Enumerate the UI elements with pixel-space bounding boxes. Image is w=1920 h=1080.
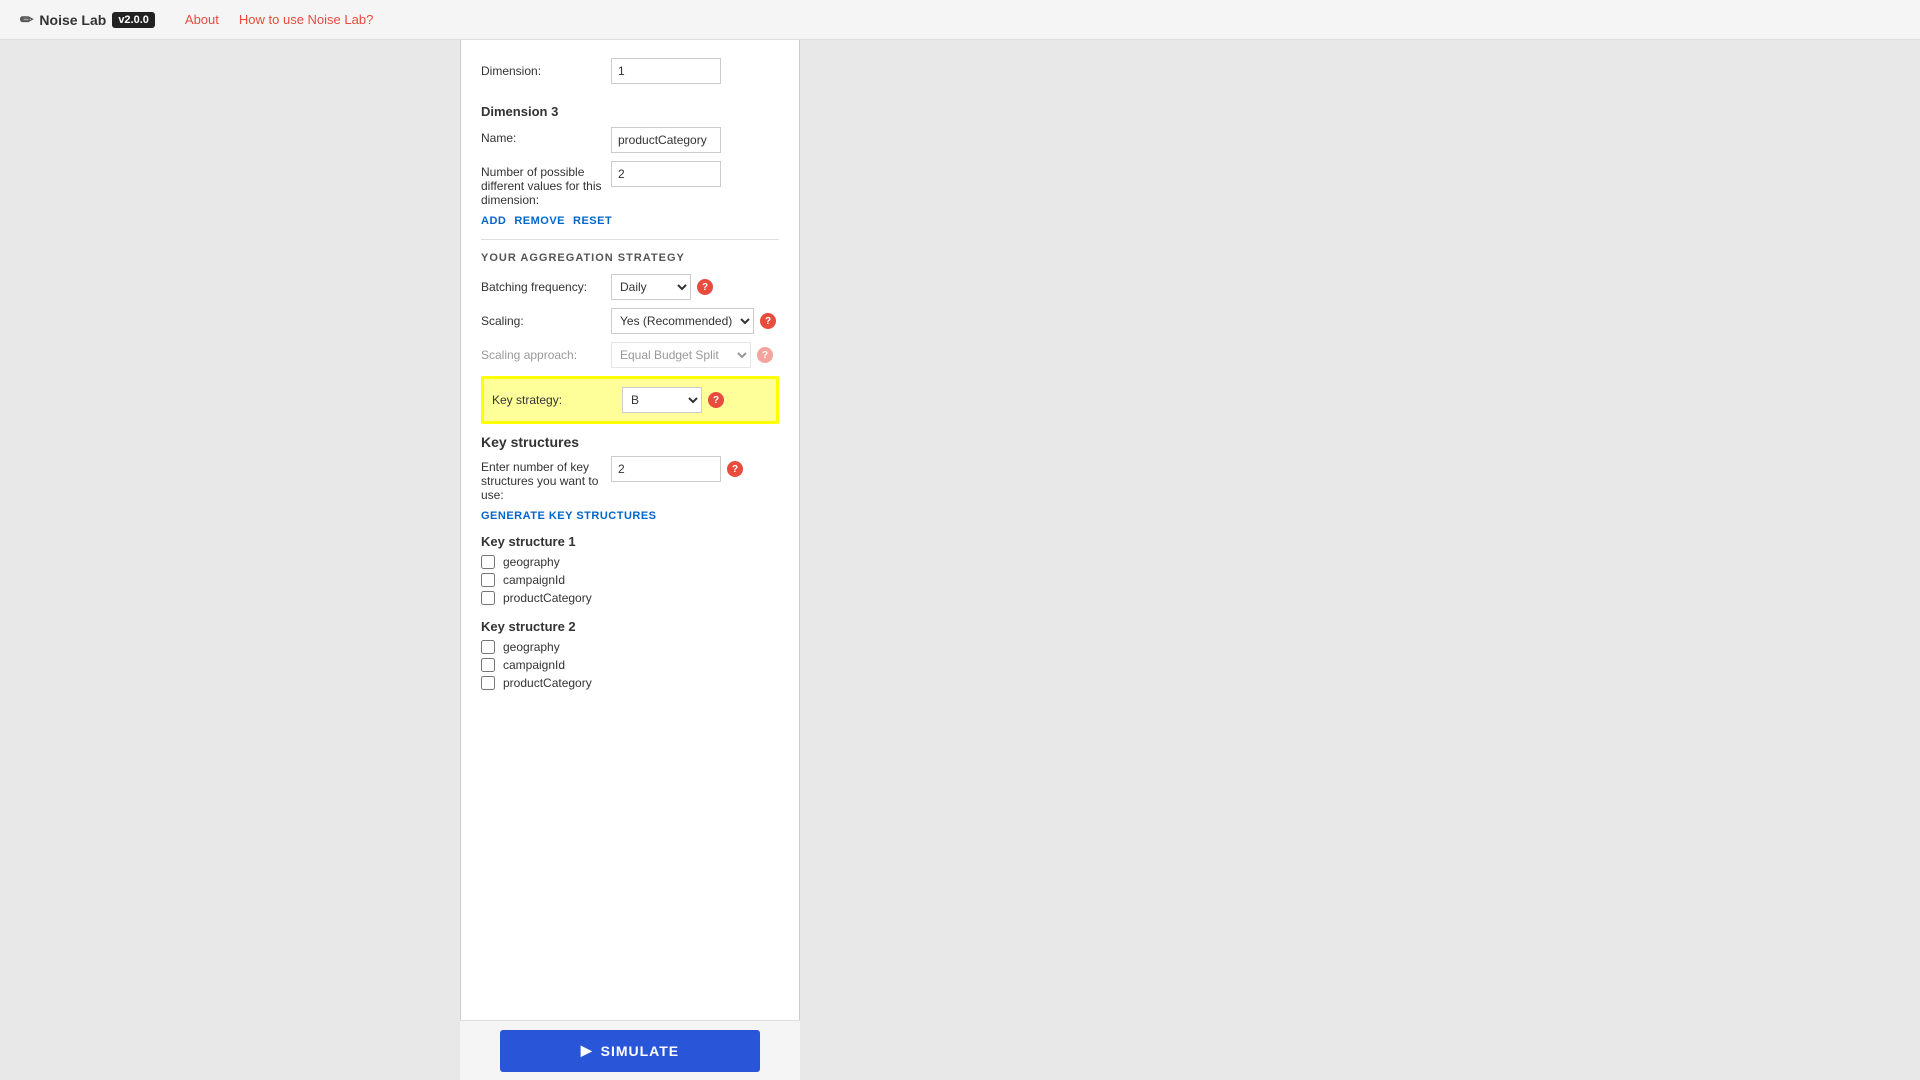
key-strategy-highlight: Key strategy: B A C ? [481, 376, 779, 424]
key-structure-2: Key structure 2 geography campaignId pro… [481, 619, 779, 690]
scaling-label: Scaling: [481, 314, 611, 328]
ks2-checkbox-productcategory[interactable] [481, 676, 495, 690]
ks1-label-campaignid: campaignId [503, 573, 565, 587]
ks2-label-productcategory: productCategory [503, 676, 592, 690]
key-strategy-select[interactable]: B A C [622, 387, 702, 413]
navbar-links: About How to use Noise Lab? [185, 12, 373, 27]
partial-field-row: Dimension: [481, 58, 779, 84]
simulate-bar: ▶ SIMULATE [460, 1020, 800, 1080]
num-structures-input[interactable] [611, 456, 721, 482]
scaling-row: Scaling: Yes (Recommended) ? [481, 308, 779, 334]
how-to-link[interactable]: How to use Noise Lab? [239, 12, 373, 27]
divider-1 [481, 239, 779, 240]
simulate-button[interactable]: ▶ SIMULATE [500, 1030, 760, 1072]
navbar: ✏ Noise Lab v2.0.0 About How to use Nois… [0, 0, 1920, 40]
num-values-field-row: Number of possible different values for … [481, 161, 779, 207]
scaling-approach-field: Equal Budget Split ? [611, 342, 773, 368]
num-structures-input-row: ? [611, 456, 743, 482]
scaling-approach-help-icon[interactable]: ? [757, 347, 773, 363]
about-link[interactable]: About [185, 12, 219, 27]
top-partial: Dimension: [481, 50, 779, 96]
num-values-label: Number of possible different values for … [481, 161, 611, 207]
batching-help-icon[interactable]: ? [697, 279, 713, 295]
key-strategy-container: Key strategy: B A C ? 3. [481, 376, 779, 424]
ks1-item-productcategory: productCategory [481, 591, 779, 605]
play-icon: ▶ [581, 1042, 593, 1059]
dimension-input-partial[interactable] [611, 58, 721, 84]
remove-link[interactable]: REMOVE [514, 215, 565, 227]
scaling-approach-label: Scaling approach: [481, 348, 611, 362]
ks2-label-geography: geography [503, 640, 560, 654]
scaling-approach-select[interactable]: Equal Budget Split [611, 342, 751, 368]
dimension-actions: ADD REMOVE RESET [481, 215, 779, 227]
ks2-checkbox-geography[interactable] [481, 640, 495, 654]
num-values-input-wrapper [611, 161, 779, 187]
num-structures-label: Enter number of key structures you want … [481, 456, 611, 502]
scaling-field: Yes (Recommended) ? [611, 308, 776, 334]
name-input-wrapper [611, 127, 779, 153]
ks1-checkbox-geography[interactable] [481, 555, 495, 569]
aggregation-section: YOUR AGGREGATION STRATEGY Batching frequ… [481, 252, 779, 424]
partial-label: Dimension: [481, 64, 611, 78]
key-structures-section: Key structures Enter number of key struc… [481, 434, 779, 690]
ks2-item-geography: geography [481, 640, 779, 654]
batching-label: Batching frequency: [481, 280, 611, 294]
ks1-item-geography: geography [481, 555, 779, 569]
ks2-item-productcategory: productCategory [481, 676, 779, 690]
key-structure-2-label: Key structure 2 [481, 619, 779, 634]
name-label: Name: [481, 127, 611, 145]
dimension3-section: Dimension 3 Name: Number of possible dif… [481, 104, 779, 227]
dimension3-title: Dimension 3 [481, 104, 779, 119]
version-badge: v2.0.0 [112, 12, 155, 28]
key-strategy-row: Key strategy: B A C ? [492, 387, 768, 413]
add-link[interactable]: ADD [481, 215, 506, 227]
brand-name: Noise Lab [39, 12, 106, 28]
left-area [0, 40, 460, 1080]
scroll-panel[interactable]: Dimension: Dimension 3 Name: Number of p… [461, 40, 799, 1080]
ks1-item-campaignid: campaignId [481, 573, 779, 587]
ks1-label-geography: geography [503, 555, 560, 569]
generate-link[interactable]: GENERATE KEY STRUCTURES [481, 510, 779, 522]
ks1-label-productcategory: productCategory [503, 591, 592, 605]
num-values-input[interactable] [611, 161, 721, 187]
ks2-label-campaignid: campaignId [503, 658, 565, 672]
scaling-approach-row: Scaling approach: Equal Budget Split ? [481, 342, 779, 368]
name-field-row: Name: [481, 127, 779, 153]
batching-select[interactable]: Daily [611, 274, 691, 300]
reset-link[interactable]: RESET [573, 215, 612, 227]
simulate-label: SIMULATE [601, 1043, 680, 1059]
brand: ✏ Noise Lab v2.0.0 [20, 10, 155, 30]
num-structures-help-icon[interactable]: ? [727, 461, 743, 477]
batching-field: Daily ? [611, 274, 713, 300]
key-strategy-help-icon[interactable]: ? [708, 392, 724, 408]
key-structure-1: Key structure 1 geography campaignId pro… [481, 534, 779, 605]
main-panel: Dimension: Dimension 3 Name: Number of p… [460, 40, 800, 1080]
aggregation-title: YOUR AGGREGATION STRATEGY [481, 252, 779, 264]
right-area [800, 40, 1920, 1080]
scaling-help-icon[interactable]: ? [760, 313, 776, 329]
key-strategy-label: Key strategy: [492, 393, 622, 407]
key-strategy-field: B A C ? [622, 387, 724, 413]
pencil-icon: ✏ [20, 10, 33, 30]
name-input[interactable] [611, 127, 721, 153]
batching-row: Batching frequency: Daily ? [481, 274, 779, 300]
key-structure-1-label: Key structure 1 [481, 534, 779, 549]
ks1-checkbox-productcategory[interactable] [481, 591, 495, 605]
scaling-select[interactable]: Yes (Recommended) [611, 308, 754, 334]
ks1-checkbox-campaignid[interactable] [481, 573, 495, 587]
ks2-item-campaignid: campaignId [481, 658, 779, 672]
ks2-checkbox-campaignid[interactable] [481, 658, 495, 672]
key-structures-title: Key structures [481, 434, 779, 450]
num-structures-row: Enter number of key structures you want … [481, 456, 779, 502]
